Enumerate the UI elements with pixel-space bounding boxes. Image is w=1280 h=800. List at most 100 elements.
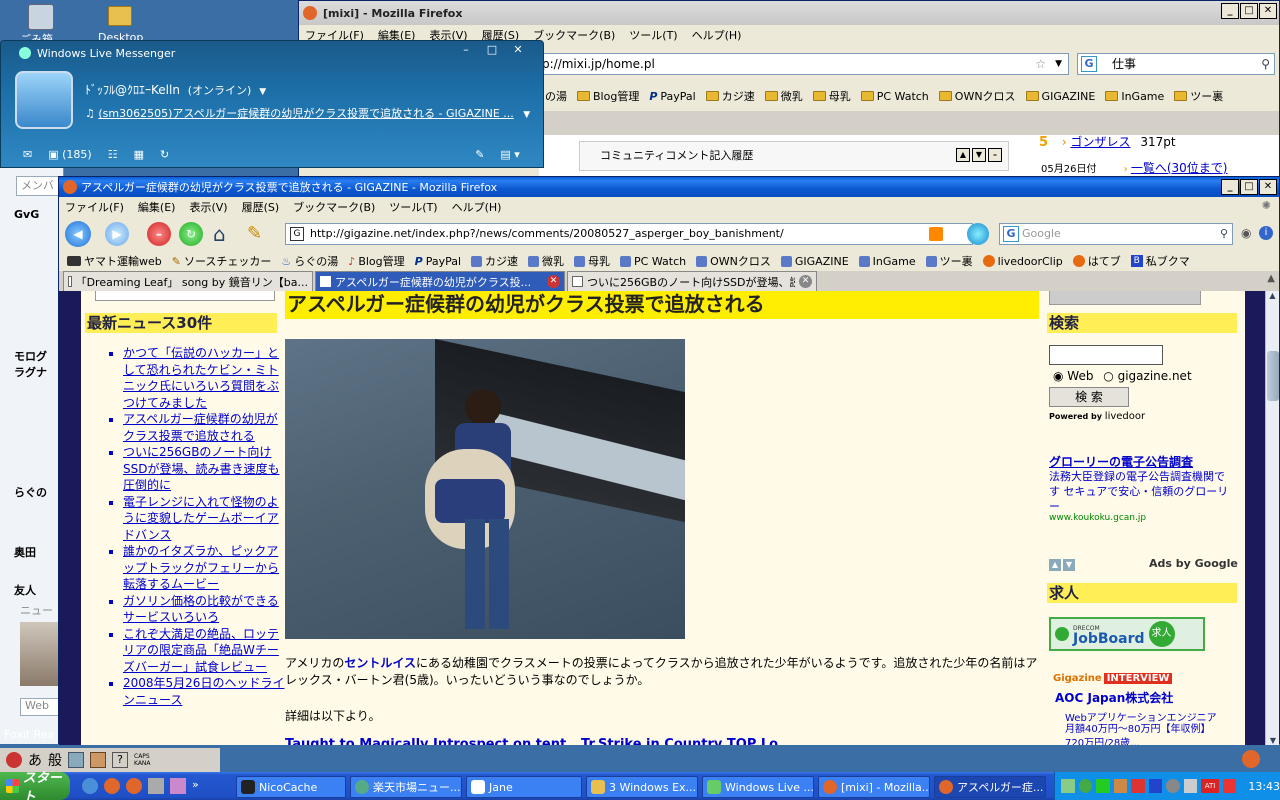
bookmark-item[interactable]: カジ速 [471,253,518,269]
forward-button[interactable]: ▶ [105,222,129,246]
news-link[interactable]: ついに256GBのノート向けSSDが登場、読み書き速度も圧倒的に [123,444,285,494]
calendar-icon[interactable]: ▦ [134,148,144,161]
taskbar-explorer[interactable]: 3 Windows Ex...▼ [586,776,698,798]
taskbar-nicocache[interactable]: NicoCache [236,776,346,798]
edit-button[interactable]: ✎ [247,222,273,246]
firefox-icon[interactable] [104,778,120,794]
tray-icon[interactable] [1183,779,1198,793]
bookmark-item[interactable]: ♪ Blog管理 [348,253,404,269]
bookmark-item[interactable]: livedoorClip [982,255,1063,268]
menu-help[interactable]: ヘルプ(H) [692,27,742,43]
news-link[interactable]: 誰かのイタズラか、ピックアップトラックがフェリーから転落するムービー [123,543,285,593]
home-button[interactable]: ⌂ [213,222,239,246]
user-display-name[interactable]: ﾄﾞｯﾌﾙ@ｸﾛｴｰKelln (オンライン) ▼ [85,81,266,98]
news-link[interactable]: アスペルガー症候群の幼児がクラス投票で追放される [123,411,285,444]
menu-help[interactable]: ヘルプ(H) [452,199,502,215]
bookmark-item[interactable]: OWNクロス [938,88,1016,104]
tab-list-icon[interactable]: ▲ [1267,273,1275,284]
vertical-scrollbar[interactable]: ▲ ▼ [1265,291,1279,745]
news-link[interactable]: 2008年5月26日のヘッドラインニュース [123,675,285,708]
folder-icon[interactable] [108,6,132,26]
camera-icon[interactable]: ◉ [1241,226,1251,240]
help-icon[interactable]: ? [112,752,128,768]
magnifier-icon[interactable]: ⚲ [1261,54,1270,74]
firefox-icon[interactable] [126,778,142,794]
bookmark-item[interactable]: InGame [1105,90,1164,103]
tray-icon[interactable] [1113,779,1128,793]
mail-icon[interactable]: ✉ [23,148,32,161]
bookmark-item[interactable]: ヤマト運輸web [67,253,162,269]
tab-dreaming-leaf[interactable]: 「Dreaming Leaf」 song by 鏡音リン【ba... [63,271,313,291]
contact-group[interactable]: らぐの [14,484,47,500]
foxit-label[interactable]: Foxit Rea [4,728,54,741]
menu-bookmarks[interactable]: ブックマーク(B) [533,27,615,43]
paint-icon[interactable]: ✎ [475,148,484,161]
radio-web[interactable]: ◉ Web [1053,369,1093,383]
taskbar-gigazine[interactable]: アスペルガー症... [934,776,1046,798]
go-button[interactable] [967,223,989,245]
stop-button[interactable]: – [147,222,171,246]
inbox-count-icon[interactable]: ▣ (185) [48,148,91,161]
collapse-icon[interactable]: – [988,148,1002,162]
news-link[interactable]: かつて「伝説のハッカー」として恐れられたケビン・ミトニック氏にいろいろ質問をぶつ… [123,345,285,411]
arrow-up-icon[interactable]: ▲ [956,148,970,162]
tray-icon[interactable] [1078,779,1093,793]
menu-edit[interactable]: 編集(E) [138,199,176,215]
app-icon[interactable] [170,778,186,794]
radio-site[interactable]: ○ gigazine.net [1103,369,1191,383]
bookmark-item[interactable]: OWNクロス [696,253,771,269]
ie-icon[interactable] [82,778,98,794]
search-submit-button[interactable]: 検 索 [1049,387,1129,407]
ads-by-google[interactable]: Ads by Google [1149,557,1238,570]
taskbar-messenger[interactable]: Windows Live ... [702,776,814,798]
tray-icon[interactable] [1148,779,1163,793]
job-title-link[interactable]: Webアプリケーションエンジニア [1065,709,1217,724]
bookmark-item[interactable]: B 私ブクマ [1130,253,1190,269]
menu-icon[interactable]: ▤ ▾ [500,148,519,161]
contact-group[interactable]: モログ [14,348,47,364]
tray-icon[interactable] [1222,779,1237,793]
contacts-icon[interactable]: ☷ [108,148,118,161]
refresh-icon[interactable]: ↻ [160,148,169,161]
tray-icon[interactable] [1096,779,1110,793]
bookmark-item[interactable]: はてブ [1072,253,1121,269]
menu-tools[interactable]: ツール(T) [389,199,437,215]
mixi-url-bar[interactable]: p://mixi.jp/home.pl ☆ ▼ [537,53,1069,75]
taskbar-rakuten[interactable]: 楽天市場ニュー... [350,776,462,798]
news-link[interactable]: これぞ大満足の絶品、ロッテリアの限定商品「絶品Wチーズバーガー」試食レビュー [123,626,285,676]
bookmark-item[interactable]: P PayPal [649,90,695,103]
bookmark-item[interactable]: ✎ ソースチェッカー [172,253,272,269]
tab-asperger[interactable]: アスペルガー症候群の幼児がクラス投... ✕ [315,271,565,291]
more-icon[interactable]: » [192,778,199,794]
tab-ssd[interactable]: ついに256GBのノート向けSSDが登場、読... ✕ [567,271,817,291]
bookmark-item[interactable]: カジ速 [705,88,755,104]
ad-url[interactable]: www.koukoku.gcan.jp [1049,513,1146,523]
rss-feed-icon[interactable] [929,227,943,241]
menu-view[interactable]: 表示(V) [189,199,227,215]
bookmark-item[interactable]: 微乳 [764,88,803,104]
rank-name-link[interactable]: ゴンザレス [1071,135,1131,149]
bookmark-item[interactable]: 母乳 [574,253,610,269]
article-photo[interactable] [285,339,685,639]
back-button[interactable]: ◀ [65,221,91,247]
minimize-button[interactable]: – [455,43,477,59]
bookmark-item[interactable]: ツー裏 [1174,88,1223,104]
info-icon[interactable]: i [1259,226,1273,240]
list-link[interactable]: 一覧へ(30位まで) [1131,161,1228,175]
personal-message[interactable]: ♫ (sm3062505)アスペルガー症候群の幼児がクラス投票で追放される - … [85,105,531,121]
recycle-bin-icon[interactable] [28,4,54,30]
taskbar-mixi[interactable]: [mixi] - Mozilla... [818,776,930,798]
ad-title-link[interactable]: グローリーの電子公告調査 [1049,453,1229,470]
close-button[interactable]: ✕ [1259,179,1277,195]
bookmark-item[interactable]: GIGAZINE [780,255,849,268]
body-link[interactable]: セントルイス [344,656,416,670]
minimize-button[interactable]: _ [1221,3,1239,19]
bookmark-item[interactable]: InGame [858,255,916,268]
contact-search-input[interactable]: メンバ [16,176,64,196]
minimize-button[interactable]: _ [1221,179,1239,195]
reload-button[interactable]: ↻ [179,222,203,246]
ad-body[interactable]: 法務大臣登録の電子公告調査機関です セキュアで安心・信頼のグローリー [1049,469,1229,514]
scrollbar-thumb[interactable] [1267,351,1279,401]
bookmark-item[interactable]: の湯 [545,88,567,104]
menu-bookmarks[interactable]: ブックマーク(B) [293,199,375,215]
